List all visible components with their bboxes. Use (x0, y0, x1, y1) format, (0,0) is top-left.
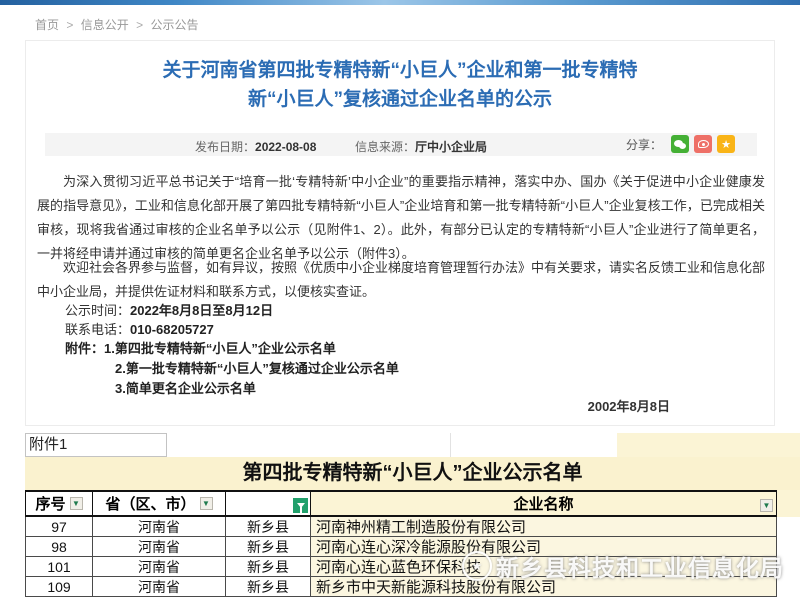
share-weibo-button[interactable] (694, 135, 712, 153)
cell-city: 新乡县 (226, 517, 311, 536)
active-filter-funnel-icon (293, 498, 308, 513)
attachment1-cell: 附件1 (25, 433, 167, 457)
attachment-2-text[interactable]: 2.第一批专精特新“小巨人”复核通过企业公示名单 (115, 361, 399, 376)
watermark-text: 新乡县科技和工业信息化局 (496, 549, 784, 583)
cell-city: 新乡县 (226, 577, 311, 596)
notice-time-label: 公示时间： (65, 303, 130, 318)
article-meta-bar: 发布日期：2022-08-08 信息来源：厅中小企业局 分享： ★ (45, 133, 757, 156)
cell-seq: 101 (26, 557, 93, 576)
top-nav-bottom-edge (0, 0, 800, 5)
cell-city: 新乡县 (226, 557, 311, 576)
breadcrumb-separator: > (136, 18, 143, 32)
sheet-header-row: 序号 ▼ 省（区、市） ▼ 企业名称 ▼ (25, 490, 777, 517)
info-source-label: 信息来源： (355, 140, 415, 154)
cell-province: 河南省 (93, 517, 226, 536)
attachment-3-text[interactable]: 3.简单更名企业公示名单 (115, 381, 256, 396)
page-title-line2: 新“小巨人”复核通过企业名单的公示 (25, 85, 775, 114)
weibo-icon (698, 140, 709, 148)
header-company-label: 企业名称 (513, 493, 573, 514)
header-seq-label: 序号 (35, 493, 65, 514)
attachment-link-3[interactable]: 3.简单更名企业公示名单 (115, 378, 256, 397)
attachment-1-text[interactable]: 1.第四批专精特新“小巨人”企业公示名单 (104, 341, 336, 356)
contact-phone-label: 联系电话： (65, 322, 130, 337)
wechat-icon (674, 140, 686, 149)
sheet-title-row: 第四批专精特新“小巨人”企业公示名单 (25, 457, 800, 490)
cell-province: 河南省 (93, 577, 226, 596)
breadcrumb-home[interactable]: 首页 (35, 18, 59, 32)
share-bar: 分享： ★ (626, 135, 735, 153)
cell-city: 新乡县 (226, 537, 311, 556)
sheet-yellow-cell (617, 433, 777, 457)
notice-time-value: 2022年8月8日至8月12日 (130, 303, 273, 318)
sign-date: 2002年8月8日 (588, 396, 670, 415)
header-city (226, 492, 311, 515)
share-label: 分享： (626, 136, 662, 153)
page-title: 关于河南省第四批专精特新“小巨人”企业和第一批专精特 新“小巨人”复核通过企业名… (25, 56, 775, 114)
star-icon: ★ (721, 138, 731, 151)
page-title-line1: 关于河南省第四批专精特新“小巨人”企业和第一批专精特 (25, 56, 775, 85)
filter-dropdown-icon: ▼ (200, 497, 213, 510)
breadcrumb: 首页 > 信息公开 > 公示公告 (35, 16, 202, 33)
share-wechat-button[interactable] (671, 135, 689, 153)
paragraph-1: 为深入贯彻习近平总书记关于“培育一批‘专精特新’中小企业”的重要指示精神，落实中… (37, 170, 765, 266)
notice-time-line: 公示时间：2022年8月8日至8月12日 (65, 300, 273, 319)
breadcrumb-separator: > (66, 18, 73, 32)
contact-phone-value: 010-68205727 (130, 322, 214, 337)
agency-watermark: ★ 新乡县科技和工业信息化局 (462, 549, 784, 583)
header-company: 企业名称 ▼ (311, 492, 776, 515)
cell-company: 河南神州精工制造股份有限公司 (311, 517, 776, 536)
header-province: 省（区、市） ▼ (93, 492, 226, 515)
header-seq: 序号 ▼ (26, 492, 93, 515)
publish-date-label: 发布日期： (195, 140, 255, 154)
cell-province: 河南省 (93, 537, 226, 556)
publish-date-value: 2022-08-08 (255, 140, 316, 154)
info-source: 信息来源：厅中小企业局 (355, 138, 487, 155)
paragraph-2: 欢迎社会各界参与监督，如有异议，按照《优质中小企业梯度培育管理暂行办法》中有关要… (37, 256, 765, 304)
watermark-emblem-icon: ★ (462, 551, 492, 581)
cell-seq: 98 (26, 537, 93, 556)
breadcrumb-announcements: 公示公告 (150, 18, 198, 32)
sheet-gridline (450, 433, 451, 457)
cell-province: 河南省 (93, 557, 226, 576)
table-row: 97 河南省 新乡县 河南神州精工制造股份有限公司 (25, 517, 777, 537)
share-qzone-button[interactable]: ★ (717, 135, 735, 153)
header-province-label: 省（区、市） (105, 493, 195, 514)
cell-seq: 97 (26, 517, 93, 536)
breadcrumb-info-disclosure[interactable]: 信息公开 (81, 18, 129, 32)
publish-date: 发布日期：2022-08-08 (195, 138, 316, 155)
attachment-link-2[interactable]: 2.第一批专精特新“小巨人”复核通过企业公示名单 (115, 358, 399, 377)
attachment-link-1[interactable]: 附件：1.第四批专精特新“小巨人”企业公示名单 (65, 338, 336, 357)
attachments-label: 附件： (65, 341, 104, 356)
sheet-corner-row: 附件1 (25, 433, 777, 457)
filter-dropdown-icon: ▼ (760, 499, 773, 512)
info-source-value: 厅中小企业局 (415, 140, 487, 154)
contact-phone-line: 联系电话：010-68205727 (65, 319, 214, 338)
cell-seq: 109 (26, 577, 93, 596)
filter-dropdown-icon: ▼ (70, 497, 83, 510)
